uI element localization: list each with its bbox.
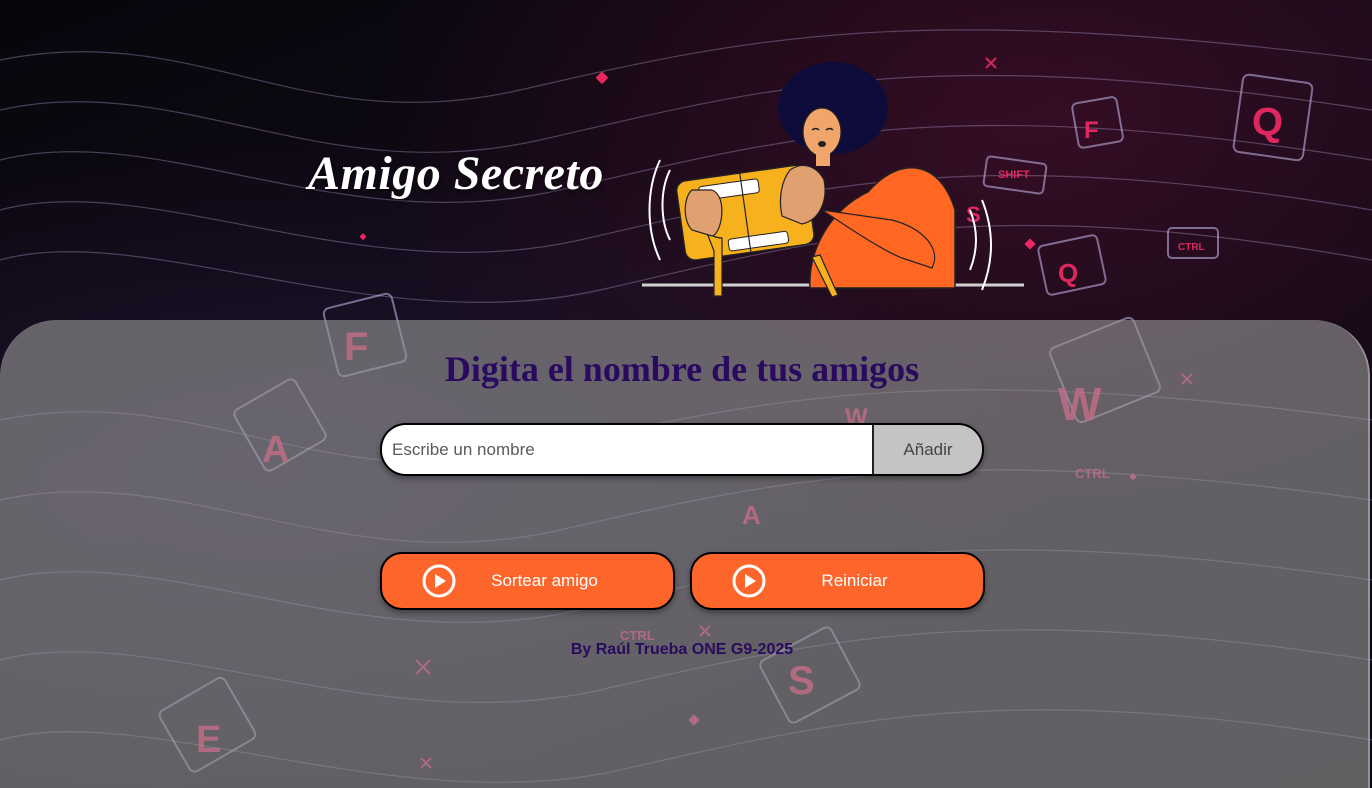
section-heading: Digita el nombre de tus amigos <box>444 349 920 389</box>
person-opening-gift-illustration <box>642 62 1024 298</box>
main-panel <box>0 320 1370 788</box>
draw-friend-button[interactable]: Sortear amigo <box>380 552 675 610</box>
add-button[interactable]: Añadir <box>872 425 982 474</box>
reset-button[interactable]: Reiniciar <box>690 552 985 610</box>
friend-name-input[interactable] <box>382 425 872 474</box>
header: Amigo Secreto <box>0 0 1372 320</box>
reset-button-label: Reiniciar <box>821 571 888 590</box>
app-page: Q F SHIFT S CTRL Q F A W CTRL A W CTRL S… <box>0 0 1372 788</box>
page-title: Amigo Secreto <box>308 147 604 200</box>
play-circle-icon <box>732 564 766 598</box>
author-credit: By Raúl Trueba ONE G9-2025 <box>570 641 794 658</box>
draw-friend-button-label: Sortear amigo <box>491 571 598 590</box>
add-friend-form: Añadir <box>380 423 984 476</box>
play-circle-icon <box>422 564 456 598</box>
